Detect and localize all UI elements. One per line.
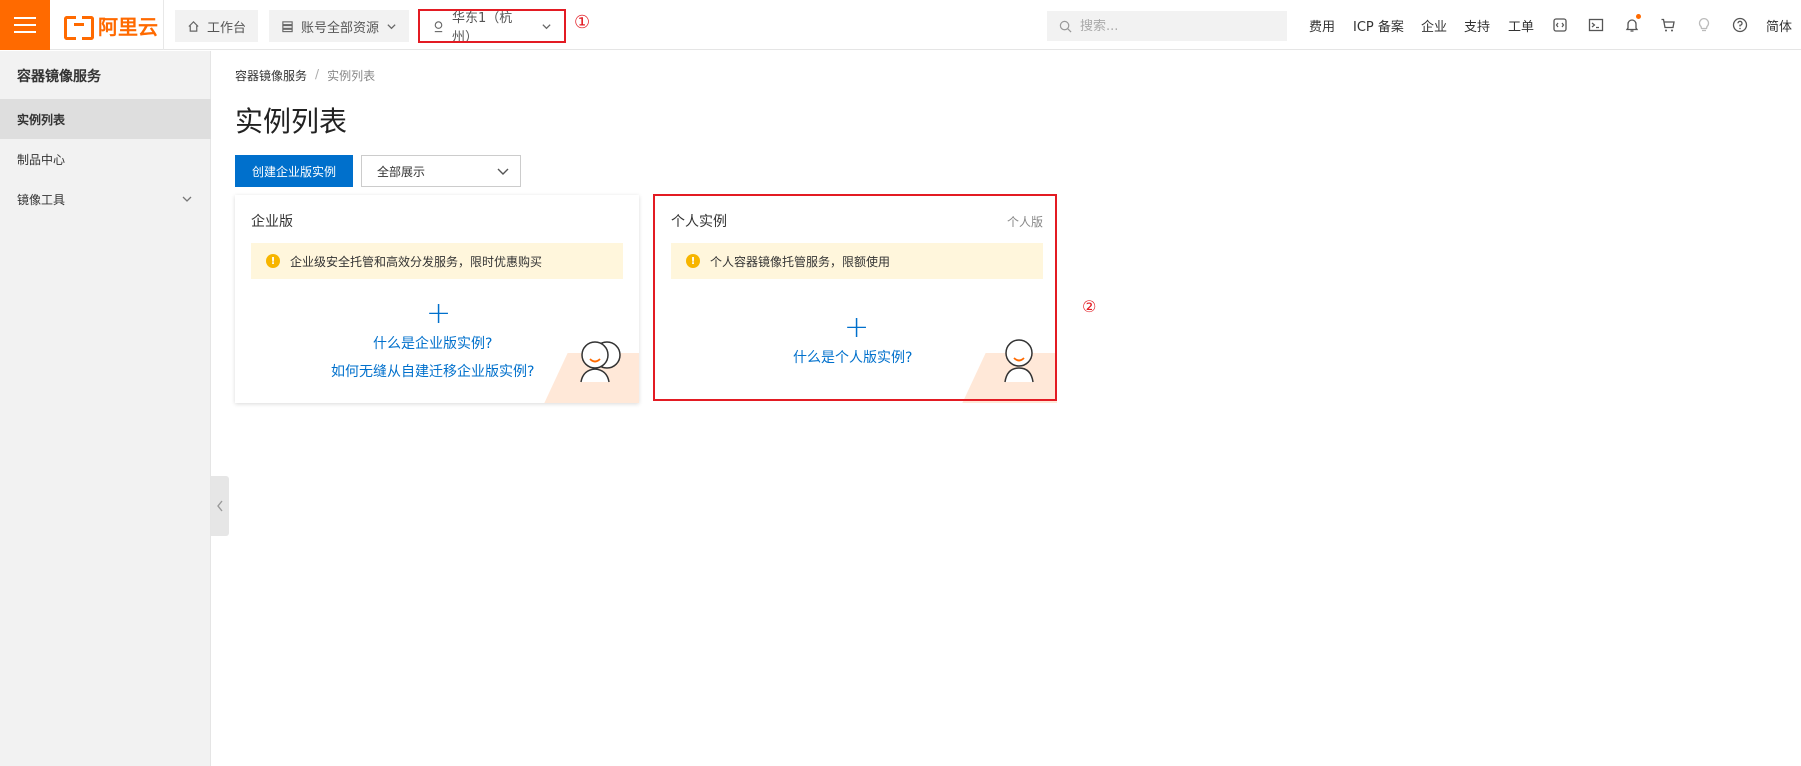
annotation-box-personal-card <box>653 194 1057 401</box>
aliyun-logo[interactable]: 阿里云 <box>64 13 158 40</box>
display-filter-select[interactable]: 全部展示 <box>361 155 521 187</box>
chevron-down-icon <box>182 196 192 202</box>
search-icon <box>1059 20 1072 32</box>
resources-label: 账号全部资源 <box>301 20 380 36</box>
sidebar-item-instance-list[interactable]: 实例列表 <box>0 99 211 139</box>
notification-dot <box>1636 14 1641 19</box>
notice-banner: ! 企业级安全托管和高效分发服务，限时优惠购买 <box>251 243 623 279</box>
server-icon <box>282 20 293 32</box>
search-box[interactable] <box>1047 11 1287 41</box>
annotation-marker-1: ① <box>574 12 591 33</box>
enterprise-link[interactable]: 企业 <box>1421 16 1447 35</box>
enterprise-instance-card: 企业版 ! 企业级安全托管和高效分发服务，限时优惠购买 + 什么是企业版实例? … <box>235 195 639 403</box>
support-link[interactable]: 支持 <box>1464 16 1490 35</box>
sidebar-item-label: 镜像工具 <box>17 192 66 207</box>
sidebar: 容器镜像服务 实例列表 制品中心 镜像工具 <box>0 51 211 766</box>
logo-text: 阿里云 <box>98 14 158 39</box>
hamburger-menu-button[interactable] <box>0 0 50 50</box>
card-title: 企业版 <box>251 214 293 230</box>
search-input[interactable] <box>1080 18 1280 34</box>
icp-link[interactable]: ICP 备案 <box>1353 16 1404 35</box>
team-illustration-icon <box>580 341 621 383</box>
breadcrumb-separator: / <box>315 67 320 81</box>
create-enterprise-instance-button[interactable]: 创建企业版实例 <box>235 155 353 187</box>
language-switch[interactable]: 简体 <box>1766 16 1792 35</box>
aliyun-logo-icon <box>64 16 94 40</box>
top-navigation-bar: 阿里云 工作台 账号全部资源 华东1（杭州） ① 费用 ICP 备案 企业 支持… <box>0 0 1801 50</box>
sidebar-item-label: 实例列表 <box>17 112 66 127</box>
display-filter-value: 全部展示 <box>377 164 426 179</box>
breadcrumb-current: 实例列表 <box>327 69 376 83</box>
ticket-link[interactable]: 工单 <box>1508 16 1534 35</box>
sidebar-item-label: 制品中心 <box>17 152 66 167</box>
sidebar-item-artifact-center[interactable]: 制品中心 <box>0 139 211 179</box>
workbench-button[interactable]: 工作台 <box>175 10 259 42</box>
chevron-down-icon <box>387 23 396 29</box>
home-icon <box>188 20 199 32</box>
chevron-left-icon <box>217 500 223 512</box>
resources-dropdown[interactable]: 账号全部资源 <box>269 10 410 42</box>
annotation-marker-2: ② <box>1082 297 1097 316</box>
breadcrumb: 容器镜像服务 / 实例列表 <box>235 67 375 84</box>
what-is-enterprise-link[interactable]: 什么是企业版实例? <box>373 333 492 353</box>
notice-text: 企业级安全托管和高效分发服务，限时优惠购买 <box>290 254 543 269</box>
nav-divider <box>163 0 164 50</box>
bell-icon[interactable] <box>1622 14 1642 35</box>
sidebar-title: 容器镜像服务 <box>17 69 101 85</box>
breadcrumb-parent[interactable]: 容器镜像服务 <box>235 67 307 84</box>
chevron-down-icon <box>497 168 509 175</box>
code-icon[interactable] <box>1550 15 1570 35</box>
sidebar-collapse-handle[interactable] <box>211 476 229 536</box>
help-icon[interactable] <box>1730 15 1750 35</box>
migrate-enterprise-link[interactable]: 如何无缝从自建迁移企业版实例? <box>331 361 534 381</box>
warning-icon: ! <box>266 254 280 268</box>
sidebar-item-image-tools[interactable]: 镜像工具 <box>0 179 211 219</box>
cart-icon[interactable] <box>1658 15 1678 35</box>
fees-link[interactable]: 费用 <box>1309 16 1335 35</box>
page-title: 实例列表 <box>235 105 348 138</box>
workbench-label: 工作台 <box>207 20 247 36</box>
annotation-box-region <box>418 9 566 43</box>
add-enterprise-instance-button[interactable]: + <box>426 299 451 329</box>
terminal-icon[interactable] <box>1586 15 1606 35</box>
lightbulb-icon[interactable] <box>1694 15 1714 35</box>
